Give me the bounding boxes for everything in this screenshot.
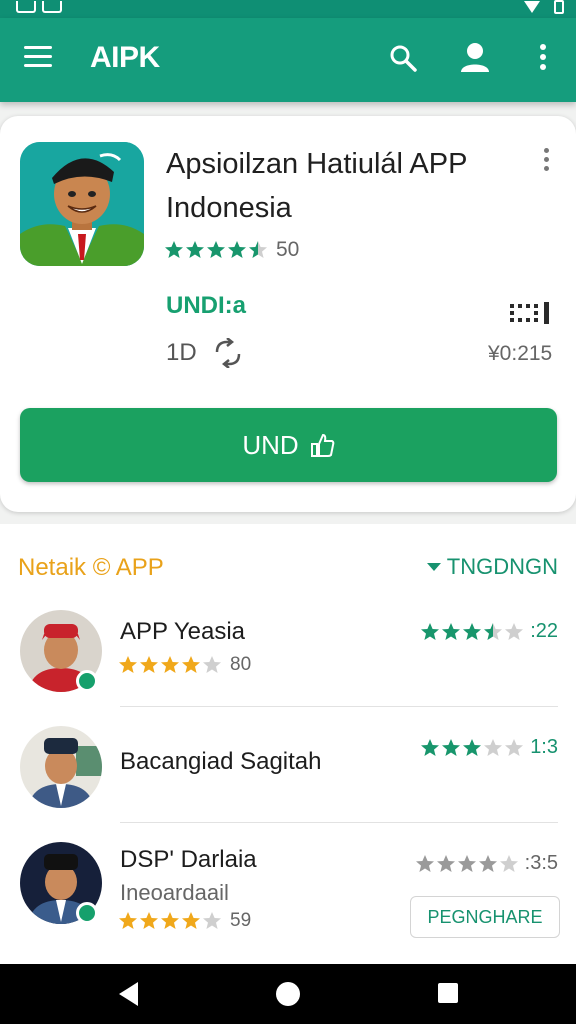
right-rating: :22 (420, 620, 558, 643)
star-icon (140, 912, 158, 929)
star-icon (457, 854, 476, 872)
star-icon (140, 656, 158, 673)
wifi-icon (524, 1, 540, 13)
star-icon (415, 854, 434, 872)
verified-badge-icon (76, 902, 98, 924)
star-icon (421, 738, 440, 756)
right-rating-value: :22 (530, 620, 558, 642)
app-size: 1D (166, 338, 245, 368)
right-rating-value: :3:5 (524, 852, 558, 874)
star-icon (182, 912, 200, 929)
star-icon (436, 854, 455, 872)
app-name: APP Yeasia (120, 618, 246, 645)
star-icon (161, 656, 179, 673)
system-icons (524, 0, 564, 14)
sort-dropdown[interactable]: TNGDNGN (426, 554, 558, 580)
star-icon (505, 622, 524, 640)
star-icon (249, 241, 267, 258)
install-label: UND (242, 429, 299, 460)
list-item[interactable]: DSP' Darlaia Ineoardaail 59 :3:5 PEGNGHA… (0, 836, 576, 952)
app-name: Bacangiad Sagitah (120, 748, 322, 775)
right-rating-value: 1:3 (530, 736, 558, 758)
star-icon (463, 738, 482, 756)
app-rating: 59 (118, 910, 251, 932)
star-icon (421, 622, 440, 640)
star-icon (119, 656, 137, 673)
star-icon (161, 912, 179, 929)
app-name: DSP' Darlaia (120, 846, 257, 873)
rating-stars (118, 911, 222, 931)
back-icon[interactable] (119, 982, 138, 1006)
dots-grid-icon (510, 302, 549, 324)
rating-stars (415, 854, 519, 874)
app-name-line1: Apsioilzan Hatiulál APP (166, 148, 468, 180)
install-button[interactable]: UND (20, 408, 557, 482)
menu-icon[interactable] (24, 46, 52, 68)
rating-stars (420, 738, 524, 758)
verified-badge-icon (76, 670, 98, 692)
star-icon (499, 854, 518, 872)
app-subtitle: Ineoardaail (120, 880, 229, 905)
star-icon (207, 241, 225, 258)
publisher-label[interactable]: UNDI:a (166, 292, 246, 320)
app-avatar (20, 726, 102, 808)
star-icon (505, 738, 524, 756)
star-icon (442, 622, 461, 640)
star-icon (478, 854, 497, 872)
app-name-line2: Indonesia (166, 192, 292, 224)
battery-icon (554, 0, 564, 14)
app-bar: AIPK (0, 18, 576, 102)
star-icon (186, 241, 204, 258)
right-rating: 1:3 (420, 736, 558, 759)
rating-count: 50 (276, 238, 300, 261)
rating-stars (118, 655, 222, 675)
rating-stars (164, 240, 268, 260)
sort-label: TNGDNGN (446, 554, 558, 579)
more-vert-icon[interactable] (536, 44, 550, 74)
star-icon (119, 912, 137, 929)
star-icon (203, 912, 221, 929)
system-nav-bar (0, 964, 576, 1024)
app-rating: 80 (118, 654, 251, 676)
divider (120, 706, 558, 707)
thumb-up-icon (310, 433, 334, 457)
app-icon (20, 142, 144, 266)
rating-stars (420, 622, 524, 642)
home-icon[interactable] (276, 982, 300, 1006)
recents-icon[interactable] (438, 983, 458, 1003)
list-item[interactable]: APP Yeasia 80 :22 (0, 604, 576, 720)
star-icon (228, 241, 246, 258)
divider (120, 822, 558, 823)
price-code: ¥0:215 (488, 342, 553, 365)
star-icon (442, 738, 461, 756)
status-bar (0, 0, 576, 18)
section-title: Netaik © APP (18, 554, 164, 581)
star-icon (165, 241, 183, 258)
app-rating: 50 (164, 238, 299, 262)
star-icon (484, 622, 503, 640)
card-more-icon[interactable] (540, 148, 552, 176)
search-icon[interactable] (389, 44, 417, 72)
rating-count: 59 (230, 910, 252, 931)
dropdown-caret-icon (426, 563, 441, 571)
app-name: Apsioilzan Hatiulál APP Indonesia (166, 142, 526, 230)
app-list-section: Netaik © APP TNGDNGN APP Yeasia 80 :22 B… (0, 524, 576, 964)
star-icon (182, 656, 200, 673)
sync-icon (215, 338, 240, 368)
right-rating: :3:5 (415, 852, 558, 875)
account-icon[interactable] (460, 42, 490, 74)
star-icon (463, 622, 482, 640)
star-icon (203, 656, 221, 673)
action-button[interactable]: PEGNGHARE (410, 896, 560, 938)
featured-app-card[interactable]: Apsioilzan Hatiulál APP Indonesia 50 UND… (0, 116, 576, 512)
rating-count: 80 (230, 654, 252, 675)
notification-icons (16, 1, 62, 13)
list-item[interactable]: Bacangiad Sagitah 1:3 (0, 720, 576, 836)
star-icon (484, 738, 503, 756)
app-title: AIPK (90, 41, 160, 74)
size-value: 1D (166, 339, 197, 366)
